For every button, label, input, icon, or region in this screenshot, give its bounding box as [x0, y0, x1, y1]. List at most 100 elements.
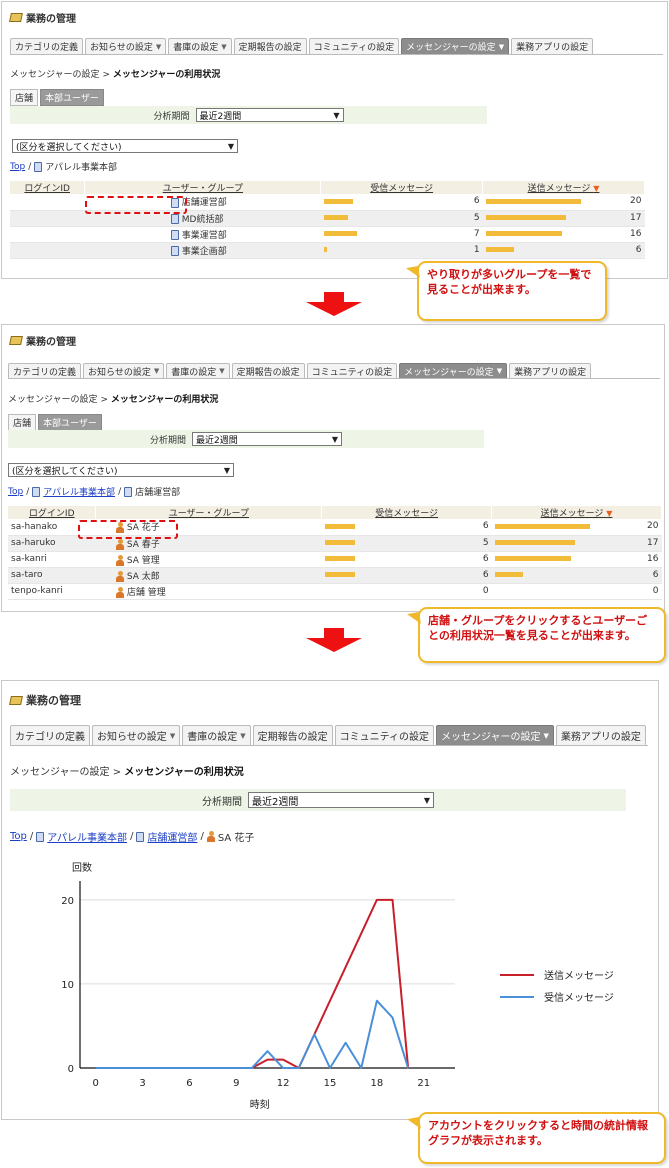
tab-2[interactable]: 書庫の設定 ▼ — [182, 725, 251, 745]
tab-3[interactable]: 定期報告の設定 — [233, 38, 307, 54]
received-bar — [324, 556, 355, 561]
cell-name[interactable]: 店舗 管理 — [95, 583, 322, 600]
division-select[interactable]: (区分を選択してください) ▼ — [12, 139, 238, 153]
tab-0[interactable]: カテゴリの定義 — [10, 725, 90, 745]
highlight-sa-hanako — [78, 520, 178, 539]
folder-icon — [34, 161, 43, 172]
received-bar — [323, 231, 357, 236]
cell-received: 1 — [320, 242, 483, 259]
user-icon — [206, 831, 215, 842]
tab-6[interactable]: 業務アプリの設定 — [509, 363, 592, 378]
cell-name[interactable]: SA 太郎 — [95, 567, 322, 584]
nav-tabs: カテゴリの定義 お知らせの設定 ▼ 書庫の設定 ▼ 定期報告の設定 コミュニティの設定 メッセ… — [10, 725, 648, 746]
page-title: 業務の管理 — [26, 694, 81, 707]
cell-sent: 17 — [491, 535, 662, 552]
breadcrumb-parent[interactable]: メッセンジャーの設定 — [10, 767, 110, 778]
tab-6[interactable]: 業務アプリの設定 — [511, 38, 594, 54]
received-bar — [324, 572, 355, 577]
page-header: 業務の管理 — [9, 10, 76, 25]
tab-4[interactable]: コミュニティの設定 — [306, 363, 398, 378]
x-tick-label: 18 — [371, 1078, 384, 1089]
period-row: 分析期間 最近2週間 ▼ — [10, 789, 626, 811]
user-icon — [115, 570, 124, 582]
cell-login-id — [10, 226, 85, 243]
tab-6[interactable]: 業務アプリの設定 — [555, 725, 646, 745]
tab-2[interactable]: 書庫の設定 ▼ — [168, 38, 232, 54]
cell-name[interactable]: 事業運営部 — [84, 226, 321, 243]
sent-bar — [494, 523, 590, 529]
tab-4[interactable]: コミュニティの設定 — [334, 725, 434, 745]
breadcrumb-current: メッセンジャーの利用状況 — [124, 767, 244, 778]
received-bar — [323, 198, 353, 204]
tab-1[interactable]: お知らせの設定 ▼ — [92, 725, 181, 745]
cell-sent: 20 — [491, 519, 662, 536]
tab-5[interactable]: メッセンジャーの設定 ▼ — [436, 725, 554, 745]
division-select[interactable]: (区分を選択してください) ▼ — [8, 463, 234, 477]
breadcrumb: メッセンジャーの設定 > メッセンジャーの利用状況 — [10, 70, 221, 80]
tab-1[interactable]: お知らせの設定 ▼ — [83, 363, 165, 378]
cell-login-id: tenpo-kanri — [8, 583, 96, 600]
y-axis-title: 回数 — [72, 861, 92, 874]
cell-login-id — [10, 242, 85, 259]
legend-label-1: 受信メッセージ — [544, 992, 614, 1004]
subtab-hq-users[interactable]: 本部ユーザー — [38, 414, 102, 431]
down-arrow-icon — [306, 292, 362, 316]
table-row: tenpo-kanri 店舗 管理 0 0 — [8, 583, 662, 600]
cell-name[interactable]: SA 管理 — [95, 551, 322, 568]
cell-received: 6 — [321, 519, 492, 536]
tab-3[interactable]: 定期報告の設定 — [231, 363, 305, 378]
chevron-down-icon: ▼ — [219, 367, 225, 375]
chevron-down-icon: ▼ — [423, 795, 430, 805]
received-bar — [323, 247, 327, 252]
tab-5[interactable]: メッセンジャーの設定 ▼ — [401, 38, 510, 54]
subtab-store[interactable]: 店舗 — [8, 414, 37, 431]
cell-name[interactable]: 事業企画部 — [84, 242, 321, 259]
col-sent[interactable]: 送信メッセージ ▼ — [482, 181, 645, 194]
col-sent[interactable]: 送信メッセージ ▼ — [491, 506, 662, 519]
chevron-down-icon: ▼ — [543, 731, 549, 740]
book-icon — [9, 13, 23, 22]
col-login-id[interactable]: ログインID — [10, 181, 86, 194]
path-top-link[interactable]: Top — [10, 162, 25, 172]
col-received[interactable]: 受信メッセージ — [320, 181, 484, 194]
page-title: 業務の管理 — [26, 14, 76, 25]
cell-login-id — [10, 194, 85, 211]
x-tick-label: 3 — [139, 1078, 145, 1089]
tab-5[interactable]: メッセンジャーの設定 ▼ — [399, 363, 508, 378]
tab-1[interactable]: お知らせの設定 ▼ — [85, 38, 167, 54]
cell-received: 5 — [320, 210, 483, 227]
tab-2[interactable]: 書庫の設定 ▼ — [166, 363, 230, 378]
path-store-ops-link[interactable]: 店舗運営部 — [147, 829, 197, 844]
breadcrumb: メッセンジャーの設定 > メッセンジャーの利用状況 — [10, 767, 244, 778]
tab-0[interactable]: カテゴリの定義 — [10, 38, 84, 54]
tab-4[interactable]: コミュニティの設定 — [308, 38, 400, 54]
y-tick-label: 0 — [68, 1064, 74, 1075]
subtab-hq-users[interactable]: 本部ユーザー — [40, 89, 104, 106]
col-user-group[interactable]: ユーザー・グループ — [84, 181, 322, 194]
breadcrumb-parent[interactable]: メッセンジャーの設定 — [10, 70, 100, 80]
col-login-id[interactable]: ログインID — [8, 506, 97, 519]
user-icon — [115, 538, 124, 550]
path-user: SA 花子 — [217, 833, 255, 844]
path-top-link[interactable]: Top — [8, 487, 23, 497]
subtabs: 店舗 本部ユーザー — [10, 89, 104, 106]
x-tick-label: 21 — [417, 1078, 430, 1089]
folder-path: Top / アパレル事業本部 / 店舗運営部 / SA 花子 — [10, 829, 255, 844]
path-top-link[interactable]: Top — [10, 831, 27, 842]
path-apparel: アパレル事業本部 — [45, 163, 118, 173]
period-select[interactable]: 最近2週間 ▼ — [192, 432, 342, 446]
col-received[interactable]: 受信メッセージ — [321, 506, 493, 519]
breadcrumb-parent[interactable]: メッセンジャーの設定 — [8, 395, 98, 405]
chevron-down-icon: ▼ — [331, 434, 338, 444]
period-select[interactable]: 最近2週間 ▼ — [195, 108, 344, 122]
col-user-group[interactable]: ユーザー・グループ — [95, 506, 323, 519]
callout-2: 店舗・グループをクリックするとユーザーごとの利用状況一覧を見ることが出来ます。 — [418, 607, 666, 663]
path-apparel-link[interactable]: アパレル事業本部 — [43, 485, 115, 498]
path-apparel-link[interactable]: アパレル事業本部 — [47, 829, 127, 844]
folder-path: Top / アパレル事業本部 / 店舗運営部 — [8, 485, 181, 498]
subtab-store[interactable]: 店舗 — [10, 89, 39, 106]
tab-0[interactable]: カテゴリの定義 — [8, 363, 82, 378]
period-select[interactable]: 最近2週間 ▼ — [248, 792, 434, 808]
tab-3[interactable]: 定期報告の設定 — [252, 725, 333, 745]
cell-received: 6 — [321, 551, 492, 568]
